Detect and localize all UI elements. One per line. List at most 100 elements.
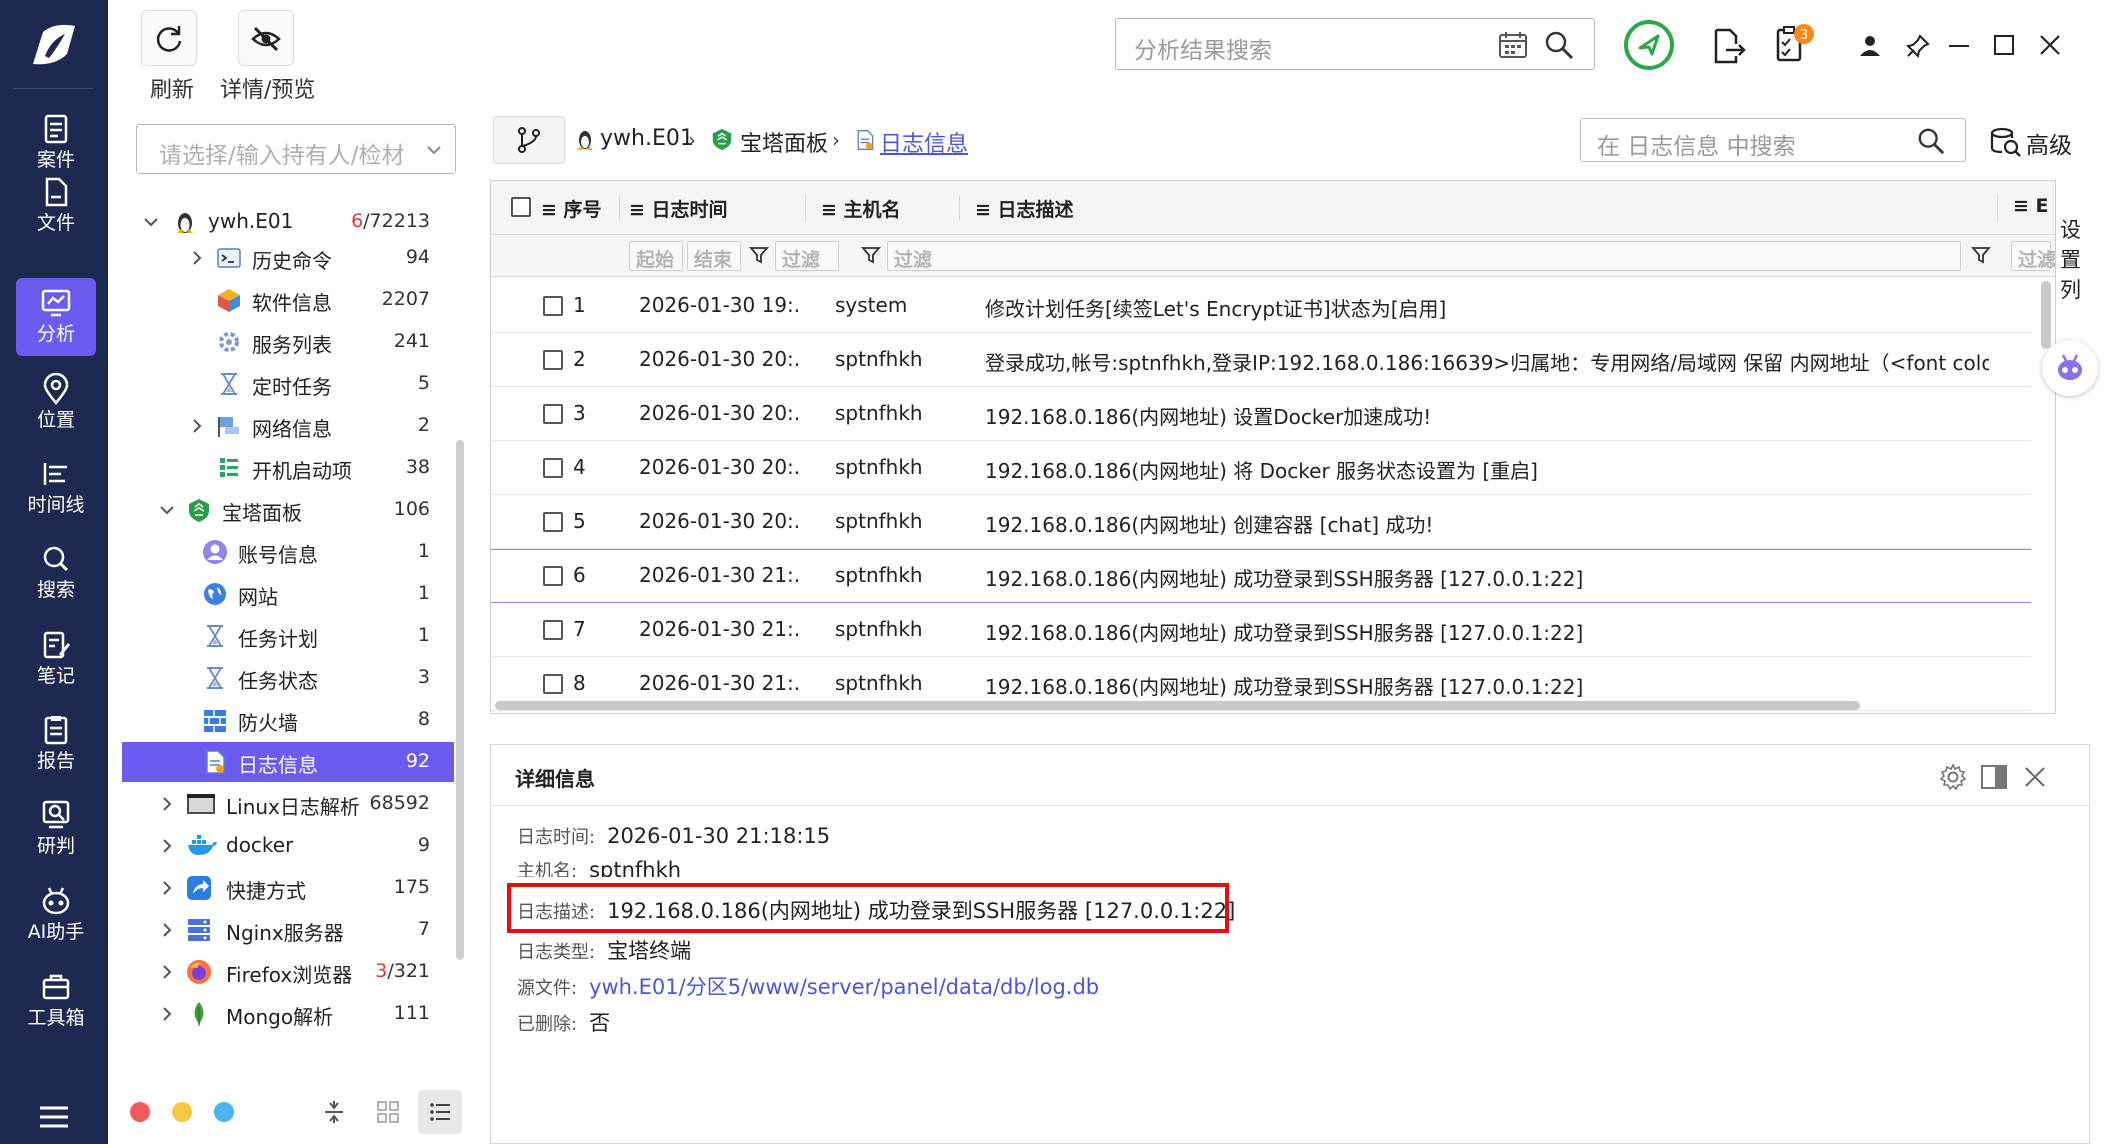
yellow-dot-icon[interactable] [172,1102,192,1122]
grid-view-button[interactable] [366,1090,410,1134]
menu-icon[interactable] [38,1104,70,1130]
owner-select[interactable]: 请选择/输入持有人/检材 [136,124,456,174]
maximize-icon[interactable] [1994,35,2014,55]
nav-item-note[interactable]: 笔记 [16,620,96,698]
analysis-search-input[interactable]: 分析结果搜索 [1115,18,1595,70]
nav-item-ai-assistant[interactable]: AI助手 [16,876,96,954]
table-row[interactable]: 3 2026-01-30 20:... sptnfhkh 192.168.0.1… [491,387,2031,441]
breadcrumb-current[interactable]: 日志信息 [880,126,968,158]
filter-icon[interactable] [749,245,769,265]
column-separator[interactable] [959,195,960,221]
row-checkbox[interactable] [543,512,563,532]
column-header-desc[interactable]: ≡ 日志描述 [975,195,1074,222]
branch-button[interactable] [493,116,565,164]
user-icon[interactable] [1858,34,1882,58]
select-all-checkbox[interactable] [511,197,531,217]
column-header-more[interactable]: ≡ E [2013,195,2049,217]
log-search-input[interactable]: 在 日志信息 中搜索 [1580,118,1966,162]
tree-item-software[interactable]: 软件信息 2207 [122,280,454,320]
filter-icon[interactable] [1971,245,1991,265]
table-horizontal-scrollbar[interactable] [495,701,1860,710]
chevron-right-icon[interactable] [158,837,176,855]
filter-more-input[interactable]: 过滤 [2011,241,2055,271]
column-separator[interactable] [619,195,620,221]
search-icon[interactable] [1544,30,1574,60]
minimize-icon[interactable] [1948,44,1970,48]
filter-host-input[interactable]: 过滤 [775,241,839,271]
calendar-icon[interactable] [1498,31,1528,59]
tree-item-docker[interactable]: docker 9 [122,826,454,866]
row-checkbox[interactable] [543,404,563,424]
tree-item-firewall[interactable]: 防火墙 8 [122,700,454,740]
nav-item-toolbox[interactable]: 工具箱 [16,962,96,1040]
breadcrumb-item[interactable]: ywh.E01 [600,126,694,151]
table-row[interactable]: 2 2026-01-30 20:... sptnfhkh 登录成功,帐号:spt… [491,333,2031,387]
column-header-host[interactable]: ≡ 主机名 [821,195,901,222]
breadcrumb-item[interactable]: 宝塔面板 [740,126,828,158]
column-separator[interactable] [805,195,806,221]
table-vertical-scrollbar[interactable] [2041,281,2051,349]
chevron-down-icon[interactable] [158,501,176,519]
tree-item-mongo[interactable]: Mongo解析 111 [122,994,454,1034]
tree-item-linux-log[interactable]: Linux日志解析 68592 [122,784,454,824]
tree-item-log-info[interactable]: 日志信息 92 [122,742,454,782]
detail-preview-button[interactable] [238,10,294,66]
tree-item-task-plan[interactable]: 任务计划 1 [122,616,454,656]
source-file-link[interactable]: ywh.E01/分区5/www/server/panel/data/db/log… [589,975,1099,999]
pin-icon[interactable] [1906,34,1930,58]
close-icon[interactable] [2025,767,2045,787]
table-row[interactable]: 5 2026-01-30 20:... sptnfhkh 192.168.0.1… [491,495,2031,549]
row-checkbox[interactable] [543,674,563,694]
nav-item-location[interactable]: 位置 [16,364,96,442]
column-separator[interactable] [1997,195,1998,221]
list-view-button[interactable] [418,1090,462,1134]
gear-icon[interactable] [1939,763,1967,791]
chevron-down-icon[interactable] [142,213,160,231]
nav-item-file[interactable]: 文件 [16,167,96,245]
nav-item-analysis[interactable]: 分析 [16,278,96,356]
panel-layout-icon[interactable] [1981,765,2007,789]
tree-item-service-list[interactable]: 服务列表 241 [122,322,454,362]
chevron-right-icon[interactable] [158,963,176,981]
chevron-right-icon[interactable] [188,249,206,267]
chevron-right-icon[interactable] [158,795,176,813]
nav-item-report[interactable]: 报告 [16,705,96,783]
tree-item-firefox[interactable]: Firefox浏览器 3/321 [122,952,454,992]
chevron-right-icon[interactable] [158,1005,176,1023]
task-list-icon[interactable]: 3 [1774,22,1814,64]
tree-item-shortcut[interactable]: 快捷方式 175 [122,868,454,908]
tree-item-ywh-e01[interactable]: ywh.E01 6/72213 [122,202,454,242]
nav-item-timeline[interactable]: 时间线 [16,449,96,527]
blue-dot-icon[interactable] [214,1102,234,1122]
tree-item-nginx[interactable]: Nginx服务器 7 [122,910,454,950]
row-checkbox[interactable] [543,350,563,370]
tree-scrollbar[interactable] [456,440,464,960]
tree-item-network[interactable]: 网络信息 2 [122,406,454,446]
nav-item-judge[interactable]: 研判 [16,790,96,868]
location-status-icon[interactable] [1622,18,1676,72]
tree-item-baota-panel[interactable]: 宝塔面板 106 [122,490,454,530]
table-row[interactable]: 7 2026-01-30 21:... sptnfhkh 192.168.0.1… [491,603,2031,657]
row-checkbox[interactable] [543,566,563,586]
filter-icon[interactable] [861,245,881,265]
column-settings-button[interactable]: 设 置 列 [2052,214,2086,326]
tree-item-account[interactable]: 账号信息 1 [122,532,454,572]
nav-item-search[interactable]: 搜索 [16,534,96,612]
refresh-button[interactable] [141,10,197,66]
filter-end-input[interactable]: 结束 [687,241,741,271]
chevron-right-icon[interactable] [158,921,176,939]
tree-item-history-command[interactable]: 历史命令 94 [122,238,454,278]
row-checkbox[interactable] [543,458,563,478]
search-icon[interactable] [1917,127,1945,155]
table-row-selected[interactable]: 6 2026-01-30 21:... sptnfhkh 192.168.0.1… [491,549,2031,603]
column-header-no[interactable]: ≡ 序号 [541,195,602,222]
tree-item-startup[interactable]: 开机启动项 38 [122,448,454,488]
filter-desc-input[interactable]: 过滤 [887,241,1961,271]
tree-item-website[interactable]: 网站 1 [122,574,454,614]
tree-item-task-status[interactable]: 任务状态 3 [122,658,454,698]
chevron-right-icon[interactable] [188,417,206,435]
close-icon[interactable] [2040,35,2060,55]
tree-item-scheduled-task[interactable]: 定时任务 5 [122,364,454,404]
red-dot-icon[interactable] [130,1102,150,1122]
table-row[interactable]: 4 2026-01-30 20:... sptnfhkh 192.168.0.1… [491,441,2031,495]
